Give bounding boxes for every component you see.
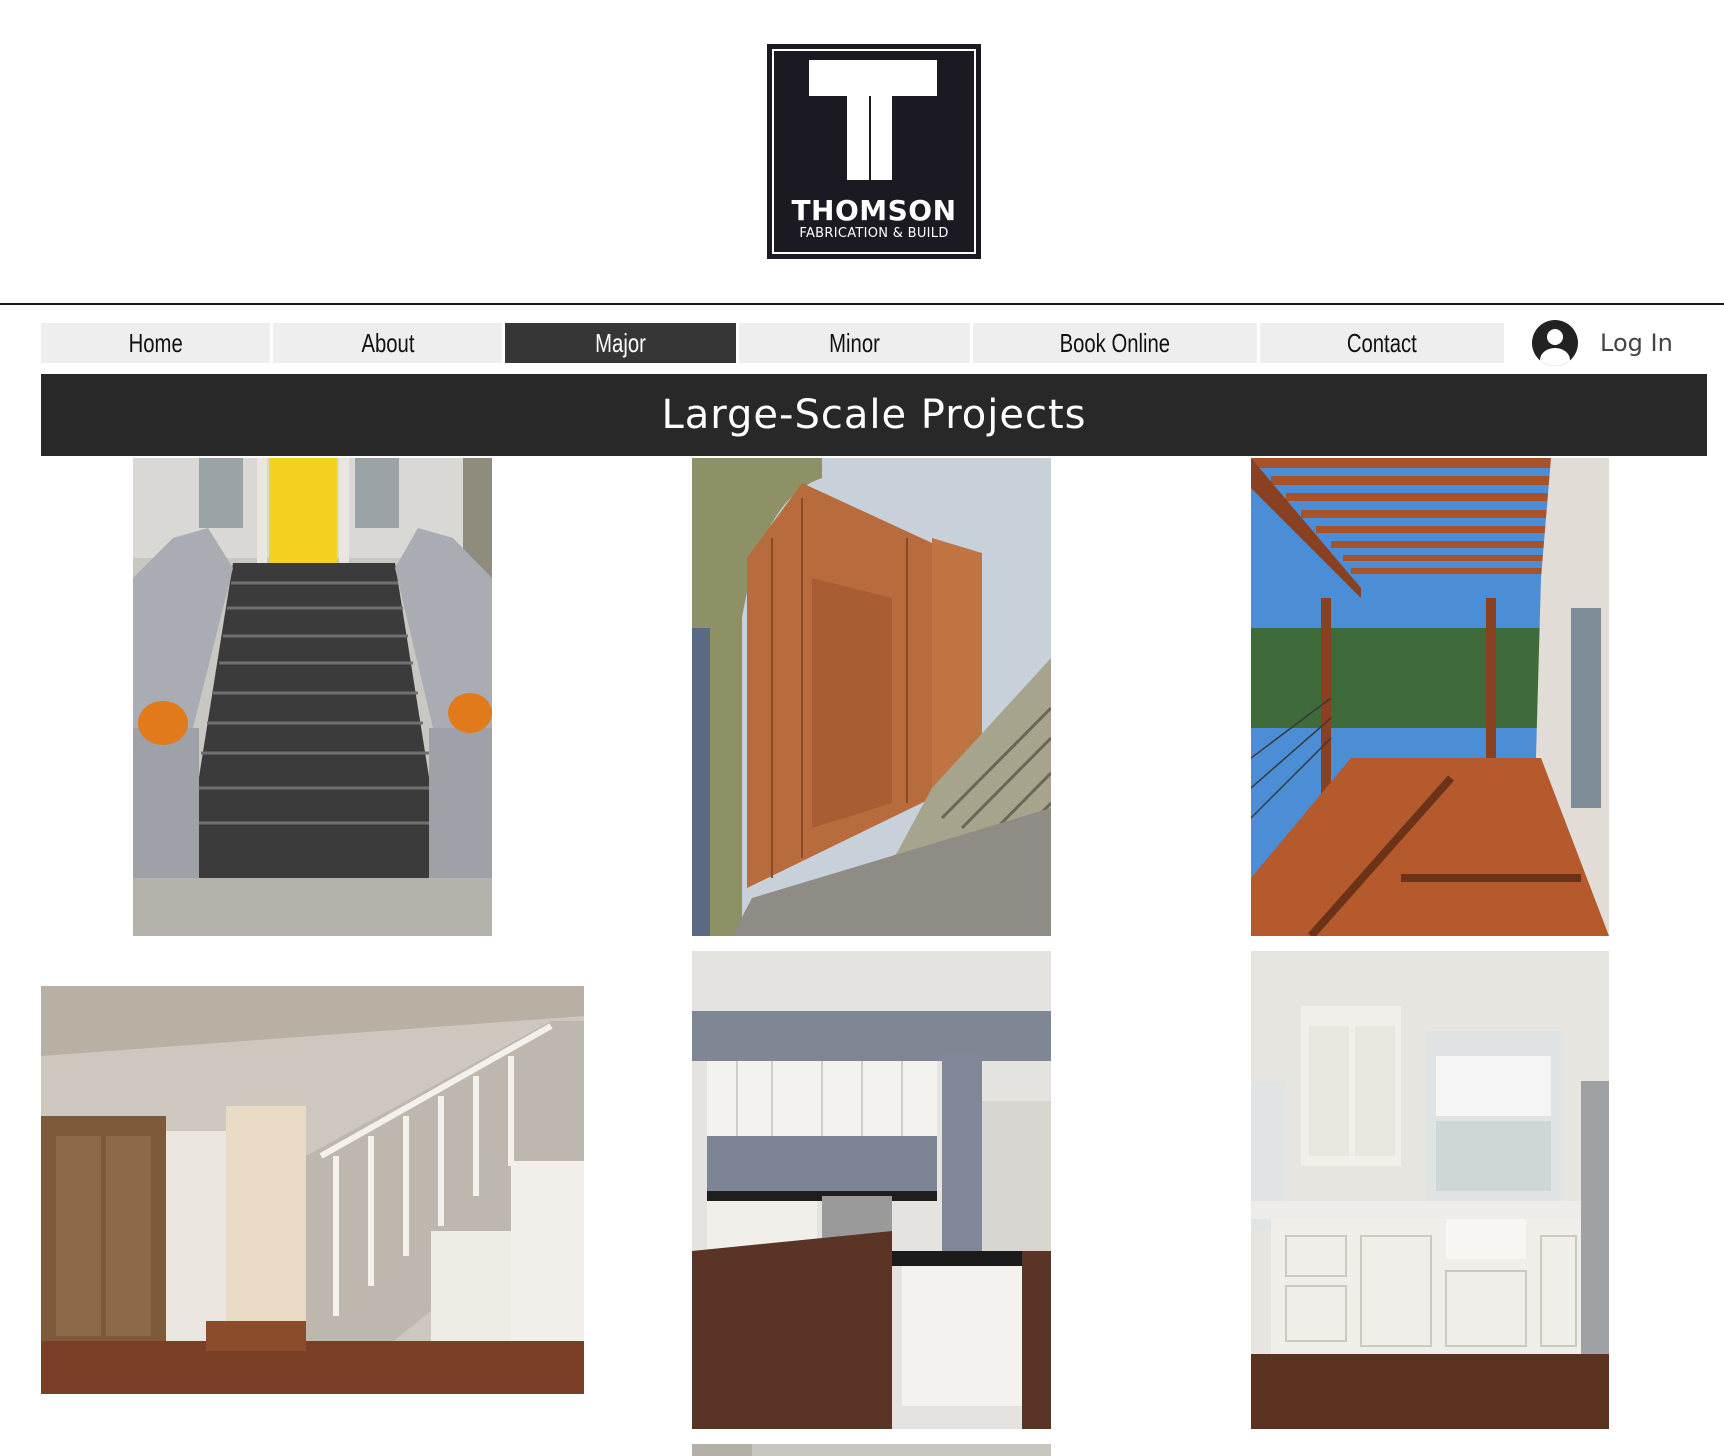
redwood-fence-image [692, 458, 1051, 936]
nav-item-contact[interactable]: Contact [1260, 323, 1504, 363]
nav-item-home[interactable]: Home [41, 323, 270, 363]
logo-t-stem [847, 94, 869, 180]
login-label: Log In [1600, 329, 1673, 357]
nav-item-about[interactable]: About [273, 323, 502, 363]
gallery-photo-next[interactable] [692, 1444, 1051, 1456]
nav-label: Minor [829, 327, 880, 358]
nav-label: Home [128, 327, 183, 358]
page-banner: Large-Scale Projects [41, 374, 1707, 456]
gallery-photo-pergola-deck[interactable] [1251, 458, 1609, 936]
gallery-photo-kitchen-sink[interactable] [1251, 951, 1609, 1429]
nav-label: Contact [1347, 327, 1417, 358]
pergola-deck-image [1251, 458, 1609, 936]
kitchen-sink-image [1251, 951, 1609, 1429]
nav-label: About [360, 327, 414, 358]
nav-label: Major [595, 327, 646, 358]
nav-item-book-online[interactable]: Book Online [973, 323, 1257, 363]
logo-t-mark [809, 60, 937, 96]
staircase-interior-image [41, 986, 584, 1394]
gallery-photo-front-steps[interactable] [133, 458, 492, 936]
header-divider [0, 303, 1724, 305]
nav-label: Book Online [1059, 327, 1171, 358]
page-title: Large-Scale Projects [661, 392, 1087, 438]
nav-item-major[interactable]: Major [505, 323, 736, 363]
logo-tagline: FABRICATION & BUILD [799, 226, 949, 241]
login-button[interactable]: Log In [1532, 318, 1673, 368]
next-photo-image [692, 1444, 1051, 1456]
kitchen-island-image [692, 951, 1051, 1429]
front-steps-image [133, 458, 492, 936]
nav-item-minor[interactable]: Minor [739, 323, 970, 363]
logo-wordmark: THOMSON [791, 194, 957, 227]
logo-t-stem [871, 94, 892, 180]
user-avatar-icon [1532, 320, 1578, 366]
site-logo[interactable]: THOMSON FABRICATION & BUILD [767, 44, 981, 259]
gallery-photo-kitchen-island[interactable] [692, 951, 1051, 1429]
gallery-photo-redwood-fence[interactable] [692, 458, 1051, 936]
gallery-photo-staircase-interior[interactable] [41, 986, 584, 1394]
